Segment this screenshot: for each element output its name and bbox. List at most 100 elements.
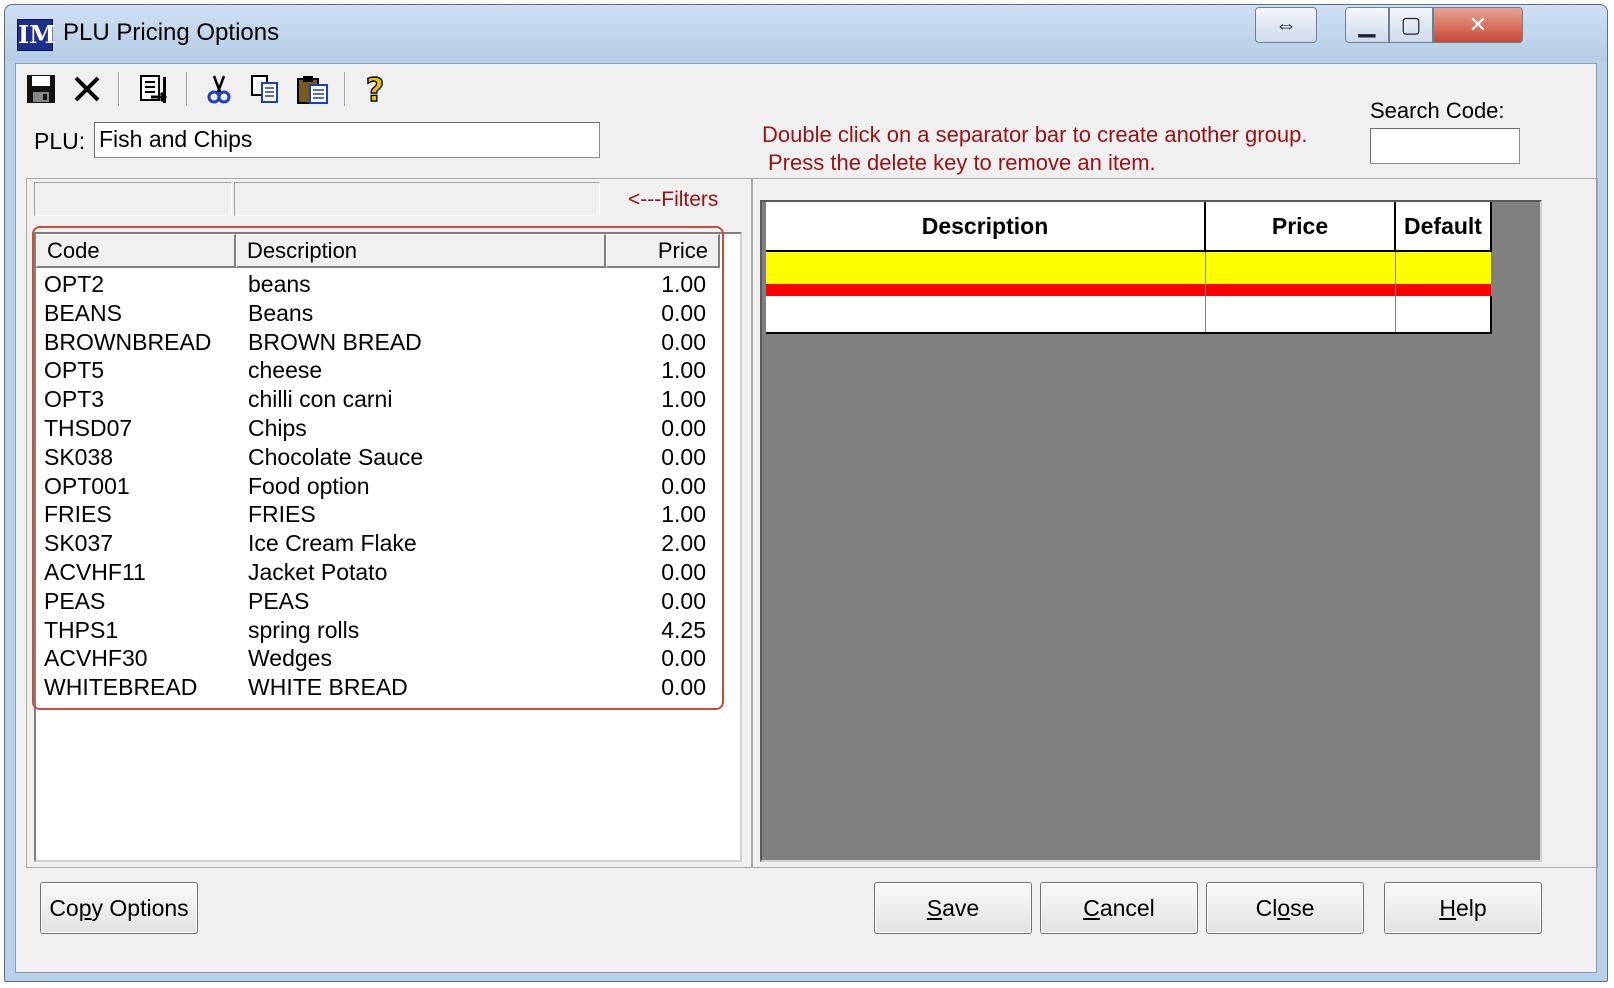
list-item-price: 0.00 (661, 472, 706, 499)
list-item-description: WHITE BREAD (248, 674, 408, 701)
column-header-code[interactable]: Code (36, 234, 236, 268)
list-item-price: 0.00 (661, 674, 706, 701)
code-filter-input[interactable] (34, 182, 232, 216)
list-item[interactable]: WHITEBREAD WHITE BREAD 0.00 (36, 673, 740, 702)
close-button[interactable]: Close (1206, 882, 1364, 934)
list-item[interactable]: OPT5 cheese 1.00 (36, 356, 740, 385)
save-icon[interactable] (22, 70, 60, 108)
list-item-description: FRIES (248, 501, 316, 528)
grid-cell-price[interactable] (1206, 296, 1396, 332)
list-item[interactable]: ACVHF11 Jacket Potato 0.00 (36, 558, 740, 587)
minimize-button[interactable]: ▁ (1345, 7, 1389, 43)
svg-text:?: ? (366, 72, 385, 106)
list-item-code: BEANS (44, 299, 122, 326)
button-text: se (1290, 895, 1315, 921)
grid-cell-price[interactable] (1206, 252, 1396, 284)
column-header-description[interactable]: Description (236, 234, 606, 268)
list-item-description: Jacket Potato (248, 559, 388, 585)
list-item[interactable]: BROWNBREAD BROWN BREAD 0.00 (36, 328, 740, 357)
list-item-code: OPT001 (44, 472, 130, 499)
list-item-code: ACVHF30 (44, 645, 148, 672)
grid-row-selected[interactable] (766, 252, 1492, 284)
list-item-code: BROWNBREAD (44, 328, 212, 355)
list-item[interactable]: BEANS Beans 0.00 (36, 299, 740, 328)
list-item-price: 0.00 (661, 443, 706, 470)
search-code-input[interactable] (1370, 128, 1520, 164)
list-item[interactable]: OPT2 beans 1.00 (36, 270, 740, 299)
delete-icon[interactable] (68, 70, 106, 108)
copy-options-button[interactable]: Copy Options (40, 882, 198, 934)
group-separator-bar[interactable] (766, 284, 1492, 296)
description-filter-input[interactable] (234, 182, 600, 216)
cut-icon[interactable] (200, 70, 238, 108)
list-item[interactable]: ACVHF30 Wedges 0.00 (36, 644, 740, 673)
list-item-code: ACVHF11 (44, 559, 146, 585)
list-item-price: 0.00 (661, 645, 706, 672)
list-item-price: 1.00 (661, 357, 706, 384)
list-item-code: OPT5 (44, 357, 105, 384)
list-item[interactable]: THPS1 spring rolls 4.25 (36, 616, 740, 645)
separator-cell (1206, 284, 1396, 296)
window-title: PLU Pricing Options (63, 19, 280, 46)
toolbar-separator (118, 72, 120, 106)
list-item-price: 2.00 (661, 530, 706, 557)
list-item-code: OPT2 (44, 271, 105, 297)
list-item-code: THPS1 (44, 616, 119, 643)
button-text: ave (942, 895, 980, 921)
column-header-price[interactable]: Price (606, 234, 720, 268)
list-item-price: 0.00 (661, 587, 706, 614)
option-group-grid-area[interactable]: Description Price Default (760, 200, 1542, 862)
list-item[interactable]: PEAS PEAS 0.00 (36, 587, 740, 616)
list-item[interactable]: SK038 Chocolate Sauce 0.00 (36, 443, 740, 472)
button-text: elp (1455, 895, 1487, 921)
list-item-price: 1.00 (661, 271, 706, 297)
list-item-description: spring rolls (248, 616, 360, 643)
plu-field[interactable]: Fish and Chips (94, 122, 600, 158)
export-icon[interactable] (134, 70, 172, 108)
help-button[interactable]: Help (1384, 882, 1542, 934)
resize-button[interactable]: ⇔ (1255, 7, 1317, 43)
hint-line-1: Double click on a separator bar to creat… (762, 122, 1308, 147)
button-accel-key: H (1439, 895, 1456, 921)
list-item-description: BROWN BREAD (248, 328, 422, 355)
list-item[interactable]: SK037 Ice Cream Flake 2.00 (36, 529, 740, 558)
button-accel-key: o (1277, 895, 1291, 921)
title-bar[interactable]: IM PLU Pricing Options ⇔ ▁ ▢ ✕ (5, 5, 1607, 61)
button-text: Co (49, 895, 79, 921)
help-icon[interactable]: ? (356, 70, 394, 108)
list-item-price: 0.00 (661, 559, 706, 585)
list-item-description: beans (248, 271, 311, 297)
list-item-price: 1.00 (661, 501, 706, 528)
paste-icon[interactable] (294, 70, 332, 108)
list-item[interactable]: FRIES FRIES 1.00 (36, 500, 740, 529)
button-text: Cl (1255, 895, 1278, 921)
grid-cell-description[interactable] (766, 252, 1206, 284)
list-item-description: Wedges (248, 645, 332, 672)
option-group-grid[interactable]: Description Price Default (766, 202, 1492, 334)
cancel-button[interactable]: Cancel (1040, 882, 1198, 934)
copy-icon[interactable] (246, 70, 284, 108)
grid-cell-default[interactable] (1396, 252, 1492, 284)
list-item[interactable]: THSD07 Chips 0.00 (36, 414, 740, 443)
list-item-description: Beans (248, 299, 314, 326)
grid-header-default: Default (1396, 202, 1492, 252)
hint-line-2: Press the delete key to remove an item. (768, 150, 1156, 175)
list-item-description: PEAS (248, 587, 310, 614)
grid-cell-default[interactable] (1396, 296, 1492, 332)
list-item[interactable]: OPT3 chilli con carni 1.00 (36, 385, 740, 414)
plu-pricing-window: IM PLU Pricing Options ⇔ ▁ ▢ ✕ ? PLU: Fi… (4, 4, 1608, 982)
maximize-button[interactable]: ▢ (1389, 7, 1433, 43)
save-button[interactable]: Save (874, 882, 1032, 934)
list-item[interactable]: OPT001 Food option 0.00 (36, 472, 740, 501)
list-item-description: Ice Cream Flake (248, 530, 417, 557)
toolbar: ? (16, 64, 1596, 116)
grid-row-empty[interactable] (766, 296, 1492, 334)
list-header: Code Description Price (36, 234, 740, 268)
plu-options-list[interactable]: Code Description Price OPT2 beans 1.00 BEAN… (34, 232, 742, 862)
list-item-price: 0.00 (661, 299, 706, 326)
button-text: ancel (1099, 895, 1155, 921)
close-window-button[interactable]: ✕ (1433, 7, 1523, 43)
app-logo: IM (17, 19, 56, 51)
list-item-price: 1.00 (661, 386, 706, 413)
grid-cell-description[interactable] (766, 296, 1206, 332)
